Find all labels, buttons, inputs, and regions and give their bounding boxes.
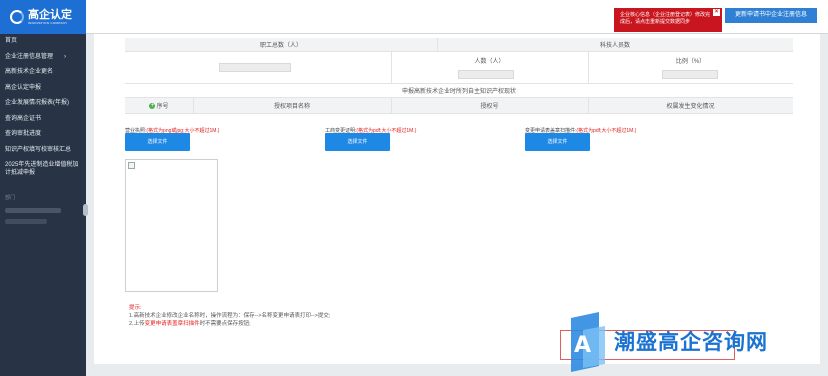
sidebar-item-annual-report[interactable]: 企业发展情况报表(年报)	[0, 96, 86, 112]
col-ratio: 比例（%）	[675, 58, 706, 65]
watermark-logo-icon: A	[571, 312, 605, 372]
chevron-right-icon: ›	[64, 53, 66, 60]
add-icon[interactable]: +	[149, 102, 156, 109]
ip-header-row: + 序号 授权项目名称 授权号 权属发生变化情况	[125, 98, 793, 114]
ip-section-title: 申报高新技术企业时所列自主知识产权现状	[401, 89, 516, 95]
close-icon[interactable]: ×	[713, 9, 720, 16]
update-registration-button[interactable]: 更新申请书中企业注册信息	[725, 8, 817, 23]
broken-image-icon	[128, 162, 135, 169]
tips-title: 提示:	[129, 305, 142, 311]
redacted-item	[5, 208, 61, 213]
license-preview-image	[125, 159, 218, 292]
svg-text:A: A	[574, 333, 591, 358]
logo-icon	[10, 10, 24, 24]
choose-file-license-button[interactable]: 选择文件	[125, 133, 190, 151]
alert-text: 企业核心信息（企业注册登记表）修改完成后，请点击重新提交数据同步	[620, 12, 711, 25]
tech-ratio-input[interactable]	[662, 70, 718, 79]
col-change: 权属发生变化情况	[666, 104, 715, 110]
watermark: A 潮盛高企咨询网	[562, 312, 792, 374]
col-employees: 职工总数（人）	[259, 43, 302, 49]
sidebar-item-apply[interactable]: 高企认定申报	[0, 81, 86, 97]
scrollbar[interactable]	[821, 34, 828, 376]
watermark-text: 潮盛高企咨询网	[614, 329, 768, 354]
col-index[interactable]: + 序号	[125, 98, 193, 113]
brand-logo[interactable]: 高企认定 INNOVATION COMPANY	[0, 0, 86, 34]
table-row: 人数（人） 比例（%）	[125, 52, 793, 84]
sidebar-item-certificate[interactable]: 查询高企证书	[0, 112, 86, 128]
sidebar-section-label: 部门	[5, 195, 16, 201]
employees-input[interactable]	[219, 63, 291, 72]
brand-title: 高企认定	[28, 9, 72, 21]
sidebar: 首页 企业注册信息管理 › 高新技术企业更名 高企认定申报 企业发展情况报表(年报…	[0, 34, 88, 376]
sidebar-item-ip-summary[interactable]: 知识产权填写校审核汇总	[0, 143, 86, 159]
sidebar-item-rename[interactable]: 高新技术企业更名	[0, 65, 86, 81]
top-bar: 高企认定 INNOVATION COMPANY 企业核心信息（企业注册登记表）修…	[0, 0, 828, 34]
sidebar-item-registration[interactable]: 企业注册信息管理 ›	[0, 50, 86, 66]
alert-notice: 企业核心信息（企业注册登记表）修改完成后，请点击重新提交数据同步 ×	[614, 8, 722, 32]
sidebar-item-vat[interactable]: 2025年先进制造业增值税加计抵减申报	[0, 158, 86, 180]
redacted-item	[5, 219, 47, 224]
table-row: 申报高新技术企业时所列自主知识产权现状	[125, 84, 793, 98]
col-count: 人数（人）	[474, 58, 505, 65]
choose-file-change-form-button[interactable]: 选择文件	[525, 133, 590, 151]
collapse-handle[interactable]	[83, 204, 88, 216]
tips-line-2: 2.上传变更申请表盖章扫描件时不需要点保存按钮;	[129, 321, 251, 327]
col-name: 授权项目名称	[273, 104, 310, 110]
choose-file-change-proof-button[interactable]: 选择文件	[325, 133, 390, 151]
col-tech-staff: 科技人员数	[599, 43, 630, 49]
col-number: 授权号	[480, 104, 499, 110]
sidebar-item-home[interactable]: 首页	[0, 34, 86, 50]
tips: 提示: 1.高新技术企业修改企业名称时，操作流程为：保存-->名称变更申请表打印…	[129, 304, 330, 328]
tips-line-1: 1.高新技术企业修改企业名称时，操作流程为：保存-->名称变更申请表打印-->提…	[129, 313, 331, 319]
tech-count-input[interactable]	[458, 70, 514, 79]
table-header-row: 职工总数（人） 科技人员数	[125, 38, 793, 52]
brand-subtitle: INNOVATION COMPANY	[28, 21, 68, 25]
sidebar-item-progress[interactable]: 查询审批进度	[0, 127, 86, 143]
